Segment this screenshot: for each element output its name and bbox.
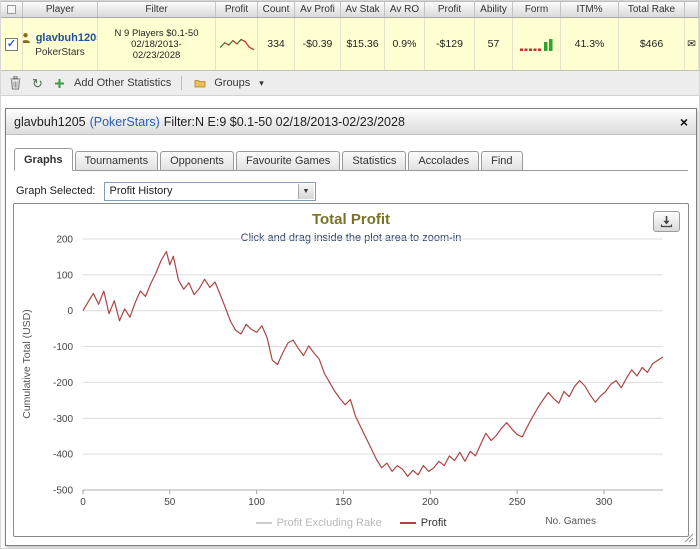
popup-title-player: glavbuh1205 <box>14 114 86 129</box>
tab-accolades[interactable]: Accolades <box>408 151 480 170</box>
form-chart <box>513 18 561 70</box>
av-profit-cell: -$0.39 <box>295 18 341 70</box>
player-detail-popup: glavbuh1205 (PokerStars) Filter:N E:9 $0… <box>5 108 697 546</box>
legend-label: Profit <box>420 517 447 529</box>
select-all-checkbox[interactable] <box>7 5 16 14</box>
trash-icon[interactable] <box>8 75 23 91</box>
refresh-icon[interactable]: ↻ <box>30 75 45 91</box>
svg-text:50: 50 <box>164 497 176 508</box>
tab-bar: Graphs Tournaments Opponents Favourite Game… <box>14 147 688 171</box>
svg-text:100: 100 <box>248 497 265 508</box>
filter-line-3: 02/23/2028 <box>132 49 181 61</box>
legend-swatch <box>255 522 272 524</box>
profit-sparkline-svg <box>219 38 254 50</box>
tab-tournaments[interactable]: Tournaments <box>74 151 159 170</box>
header-av-profit[interactable]: Av Profi <box>295 2 341 17</box>
close-icon[interactable]: × <box>680 115 688 129</box>
svg-text:200: 200 <box>422 497 439 508</box>
tab-favourite-games[interactable]: Favourite Games <box>235 151 341 170</box>
graph-select-dropdown[interactable]: Profit History ▼ <box>103 181 316 201</box>
popup-title-filter: Filter:N E:9 $0.1-50 02/18/2013-02/23/20… <box>163 114 405 129</box>
popup-title-site: (PokerStars) <box>89 114 160 129</box>
header-profit-graph[interactable]: Profit <box>216 2 258 17</box>
svg-text:0: 0 <box>80 497 86 508</box>
chart-panel: Total Profit Click and drag inside the p… <box>13 203 689 537</box>
svg-text:300: 300 <box>596 497 613 508</box>
svg-text:-100: -100 <box>53 342 73 353</box>
envelope-icon[interactable]: ✉ <box>685 18 699 70</box>
row-checkbox[interactable]: ✓ <box>5 37 18 51</box>
legend-profit-excluding-rake[interactable]: Profit Excluding Rake <box>255 517 382 529</box>
player-cell[interactable]: glavbuh1205 PokerStars <box>23 18 98 70</box>
svg-text:150: 150 <box>335 497 352 508</box>
groups-icon <box>192 75 207 91</box>
av-stake-cell: $15.36 <box>341 18 385 70</box>
add-other-statistics-button[interactable]: Add Other Statistics <box>74 77 171 89</box>
add-icon <box>52 75 67 91</box>
svg-text:200: 200 <box>56 235 73 246</box>
filter-cell: N 9 Players $0.1-50 02/18/2013- 02/23/20… <box>98 18 216 70</box>
groups-button[interactable]: Groups <box>214 77 250 89</box>
av-roi-cell: 0.9% <box>385 18 425 70</box>
header-actions <box>685 2 699 17</box>
select-arrow-icon[interactable]: ▼ <box>297 183 314 199</box>
popup-titlebar[interactable]: glavbuh1205 (PokerStars) Filter:N E:9 $0… <box>6 109 696 135</box>
count-cell: 334 <box>258 18 295 70</box>
legend-profit[interactable]: Profit <box>399 517 447 529</box>
table-row[interactable]: ✓ glavbuh1205 PokerStars N 9 Players $0.… <box>1 18 699 71</box>
form-chart-svg <box>519 38 552 51</box>
svg-text:0: 0 <box>67 306 73 317</box>
app-window: Player Filter Profit Count Av Profi Av S… <box>0 0 700 549</box>
profit-chart-svg[interactable]: -500 -400 -300 -200 -100 0 100 200 0 50 100 150 200 2… <box>14 204 688 536</box>
header-count[interactable]: Count <box>258 2 295 17</box>
select-all-column[interactable] <box>1 2 23 17</box>
header-ability[interactable]: Ability <box>475 2 513 17</box>
checkbox-cell: ✓ <box>1 18 23 70</box>
tab-statistics[interactable]: Statistics <box>342 151 407 170</box>
itm-cell: 41.3% <box>561 18 619 70</box>
tab-find[interactable]: Find <box>481 151 523 170</box>
toolbar-separator <box>181 76 183 90</box>
resize-grip[interactable] <box>683 532 694 543</box>
total-rake-cell: $466 <box>619 18 685 70</box>
table-toolbar: ↻ Add Other Statistics Groups ▾ <box>1 71 699 96</box>
ability-cell: 57 <box>475 18 513 70</box>
profit-cell: -$129 <box>425 18 475 70</box>
graph-select-row: Graph Selected: Profit History ▼ <box>16 181 316 201</box>
player-icon <box>23 30 33 46</box>
player-site: PokerStars <box>35 47 85 58</box>
x-axis-title: No. Games <box>545 516 596 527</box>
header-profit[interactable]: Profit <box>425 2 475 17</box>
svg-text:-300: -300 <box>53 414 73 425</box>
tab-opponents[interactable]: Opponents <box>160 151 234 170</box>
filter-line-1: N 9 Players $0.1-50 <box>114 27 199 39</box>
svg-text:-500: -500 <box>53 486 73 497</box>
header-av-stake[interactable]: Av Stak <box>341 2 385 17</box>
legend-swatch <box>399 522 416 524</box>
header-form[interactable]: Form <box>513 2 561 17</box>
tab-graphs[interactable]: Graphs <box>14 148 73 171</box>
check-icon: ✓ <box>6 37 17 50</box>
table-header: Player Filter Profit Count Av Profi Av S… <box>1 1 699 18</box>
svg-text:-400: -400 <box>53 450 73 461</box>
svg-text:250: 250 <box>509 497 526 508</box>
svg-text:-200: -200 <box>53 378 73 389</box>
graph-selected-value: Profit History <box>109 185 173 197</box>
profit-sparkline <box>216 18 258 70</box>
player-name[interactable]: glavbuh1205 <box>36 32 97 44</box>
graph-selected-label: Graph Selected: <box>16 185 96 197</box>
svg-text:100: 100 <box>56 270 73 281</box>
header-itm[interactable]: ITM% <box>561 2 619 17</box>
header-av-roi[interactable]: Av RO <box>385 2 425 17</box>
legend-label: Profit Excluding Rake <box>276 517 382 529</box>
header-filter[interactable]: Filter <box>98 2 216 17</box>
filter-line-2: 02/18/2013- <box>131 38 182 50</box>
header-total-rake[interactable]: Total Rake <box>619 2 685 17</box>
header-player[interactable]: Player <box>23 2 98 17</box>
chevron-down-icon[interactable]: ▾ <box>259 78 264 89</box>
